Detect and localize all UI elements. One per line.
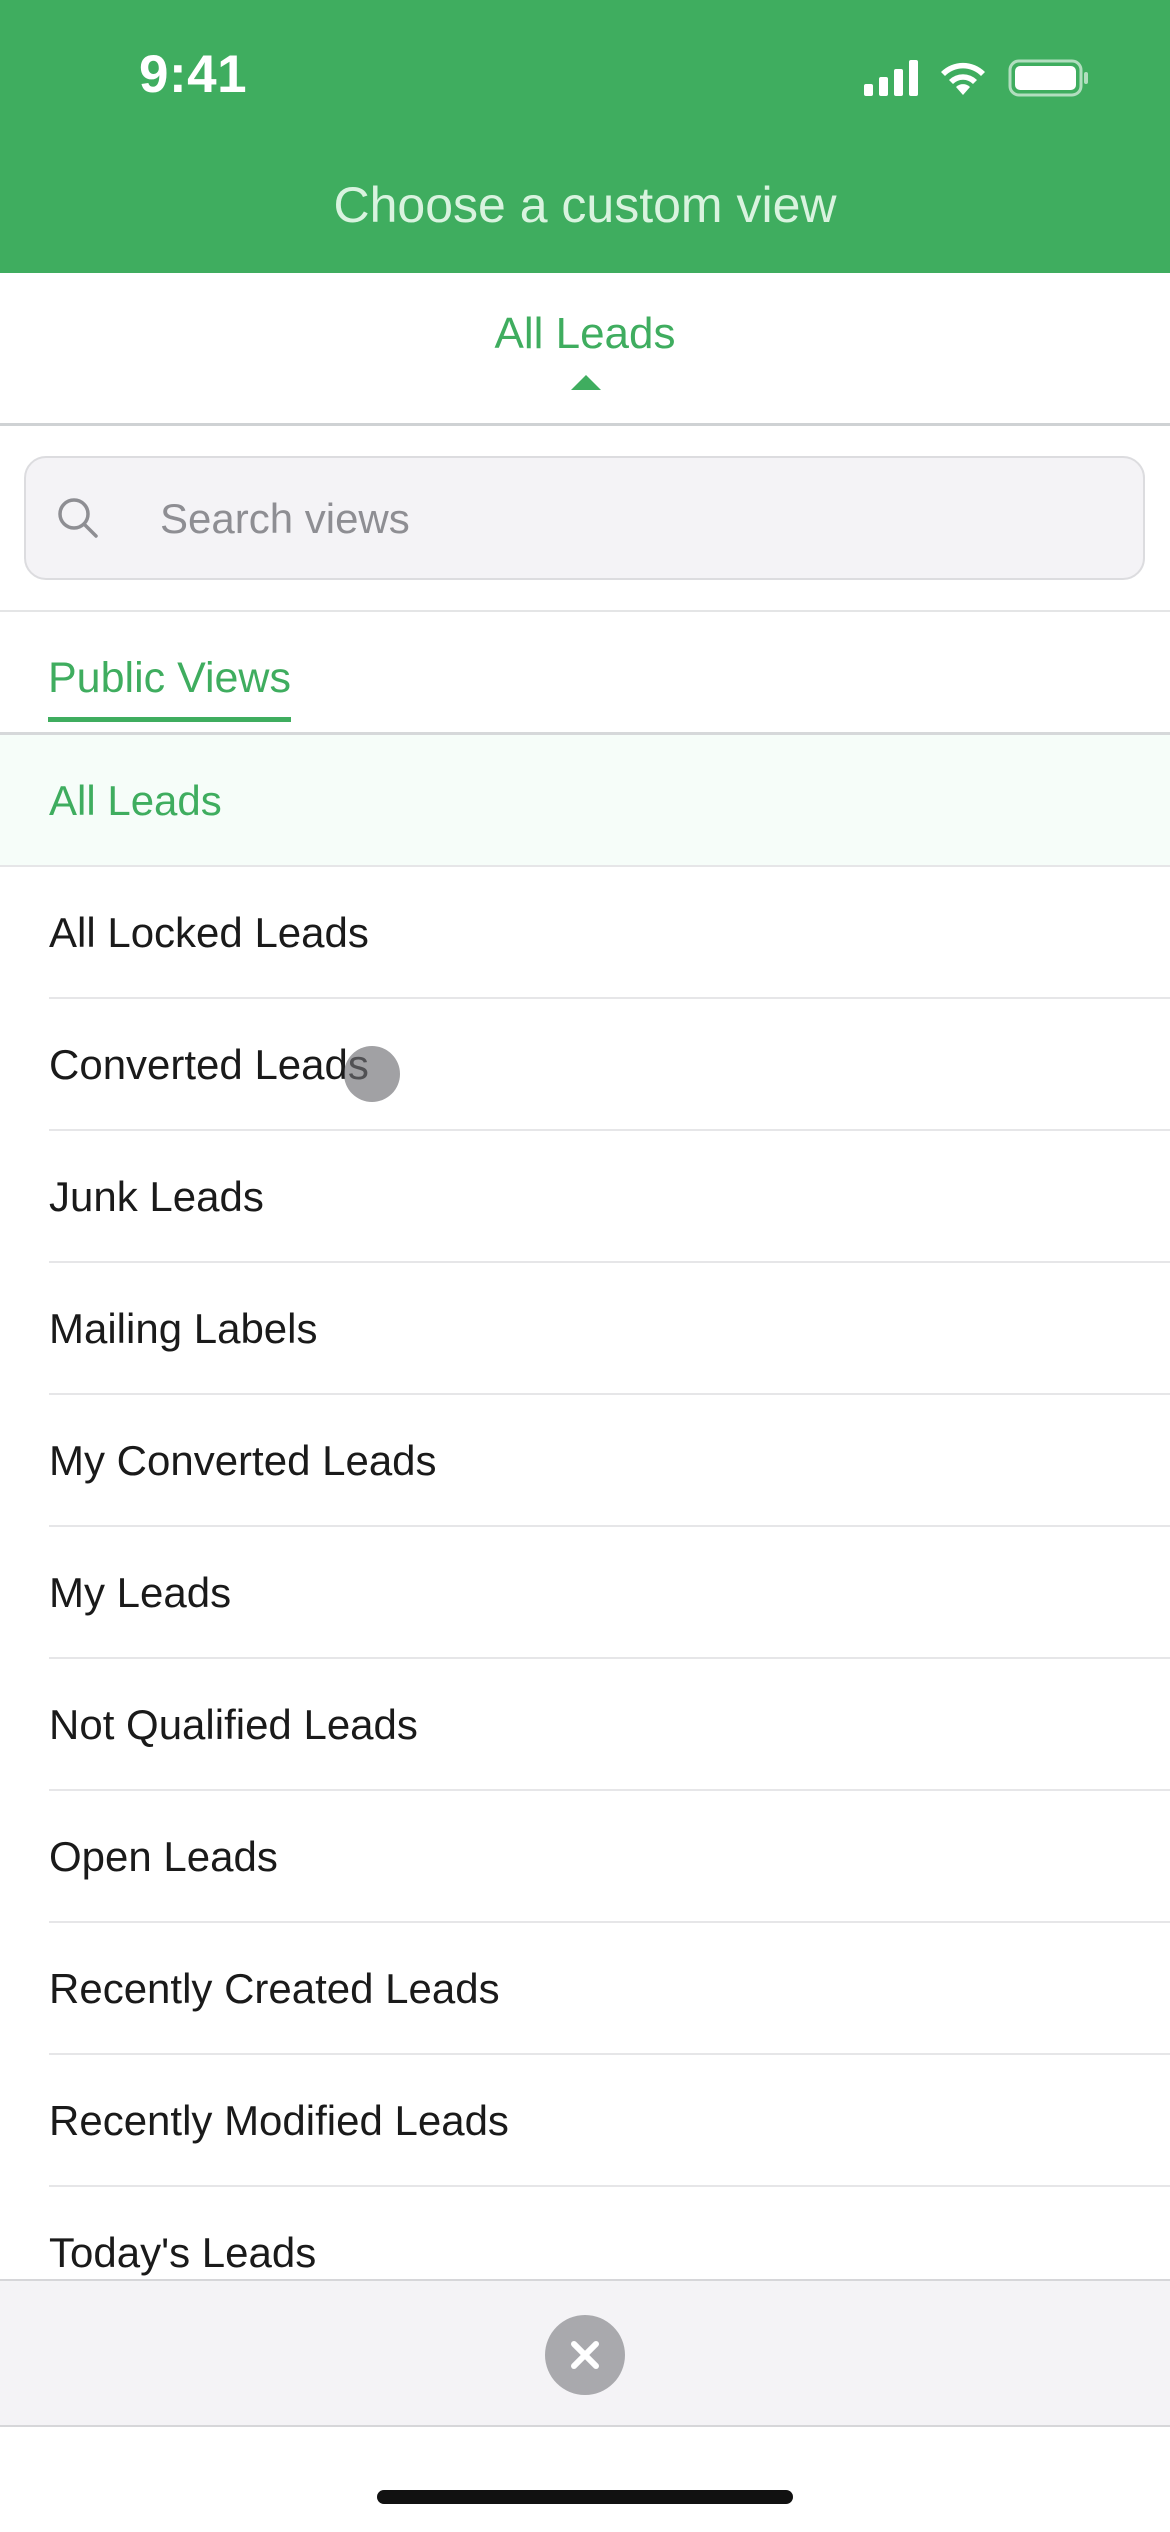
search-box[interactable] (24, 456, 1145, 580)
close-button[interactable] (545, 2315, 625, 2395)
list-item-my-leads[interactable]: My Leads (0, 1527, 1170, 1659)
header: 9:41 Choose a custom view (0, 0, 1170, 273)
list-item-my-converted-leads[interactable]: My Converted Leads (0, 1395, 1170, 1527)
list-item-all-leads[interactable]: All Leads (0, 735, 1170, 867)
status-time: 9:41 (139, 45, 248, 104)
battery-icon (1008, 59, 1090, 97)
search-icon (56, 496, 100, 545)
status-icons (864, 56, 1090, 100)
page-title: Choose a custom view (333, 177, 837, 233)
list-item-open-leads[interactable]: Open Leads (0, 1791, 1170, 1923)
list-item-todays-leads[interactable]: Today's Leads (0, 2187, 1170, 2279)
current-view-switcher[interactable]: All Leads (0, 273, 1170, 426)
signal-icon (864, 60, 918, 96)
home-indicator[interactable] (377, 2490, 793, 2504)
view-list: All Leads All Locked Leads Converted Lea… (0, 735, 1170, 2279)
close-icon (571, 2341, 599, 2369)
list-item-converted-leads[interactable]: Converted Leads (0, 999, 1170, 1131)
current-view-label[interactable]: All Leads (0, 309, 1170, 359)
list-item-not-qualified-leads[interactable]: Not Qualified Leads (0, 1659, 1170, 1791)
search-area (0, 426, 1170, 612)
list-item-junk-leads[interactable]: Junk Leads (0, 1131, 1170, 1263)
search-input[interactable] (158, 458, 1112, 580)
bottom-bar (0, 2279, 1170, 2427)
list-item-recently-created-leads[interactable]: Recently Created Leads (0, 1923, 1170, 2055)
list-item-all-locked-leads[interactable]: All Locked Leads (0, 867, 1170, 999)
touch-indicator (344, 1046, 400, 1102)
list-item-mailing-labels[interactable]: Mailing Labels (0, 1263, 1170, 1395)
list-item-recently-modified-leads[interactable]: Recently Modified Leads (0, 2055, 1170, 2187)
caret-up-icon (571, 375, 601, 390)
tab-public-views[interactable]: Public Views (48, 654, 291, 722)
section-tabs: Public Views (0, 612, 1170, 735)
wifi-icon (938, 59, 988, 97)
